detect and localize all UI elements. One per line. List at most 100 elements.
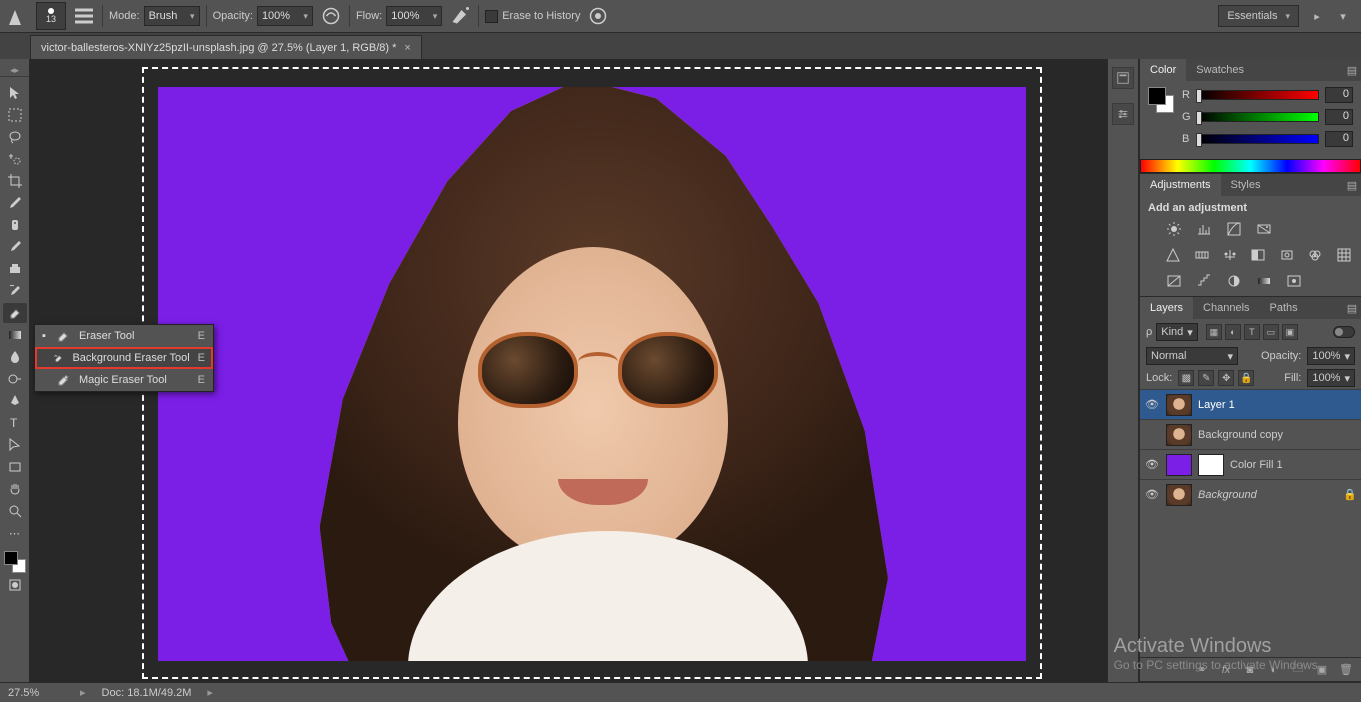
history-brush-tool[interactable] — [3, 281, 27, 301]
layer-row[interactable]: Background copy — [1140, 419, 1361, 449]
tool-preset-picker[interactable] — [6, 4, 30, 28]
brush-preset-picker[interactable]: 13 — [36, 2, 66, 30]
document-tab[interactable]: victor-ballesteros-XNIYz25pzII-unsplash.… — [30, 35, 422, 59]
color-spectrum[interactable] — [1140, 159, 1361, 173]
clone-stamp-tool[interactable] — [3, 259, 27, 279]
edit-toolbar[interactable]: ⋯ — [3, 523, 27, 543]
layer-style-icon[interactable]: fx — [1217, 662, 1235, 678]
slider-thumb[interactable] — [1196, 111, 1202, 125]
slider-thumb[interactable] — [1196, 89, 1202, 103]
lasso-tool[interactable] — [3, 127, 27, 147]
adj-invert-icon[interactable] — [1164, 272, 1184, 290]
doc-info-menu-icon[interactable]: ▸ — [207, 686, 213, 699]
adj-exposure-icon[interactable] — [1254, 220, 1274, 238]
hand-tool[interactable] — [3, 479, 27, 499]
eraser-tool[interactable] — [3, 303, 27, 323]
history-panel-icon[interactable] — [1112, 67, 1134, 89]
layer-name[interactable]: Color Fill 1 — [1230, 459, 1283, 471]
new-fill-adjustment-icon[interactable]: ◐ — [1265, 662, 1283, 678]
pressure-size-toggle[interactable] — [586, 4, 610, 28]
pressure-opacity-toggle[interactable] — [319, 4, 343, 28]
marquee-tool[interactable] — [3, 105, 27, 125]
filter-toggle[interactable] — [1333, 326, 1355, 338]
panel-menu-icon[interactable]: ▤ — [1343, 64, 1361, 77]
adj-posterize-icon[interactable] — [1194, 272, 1214, 290]
close-icon[interactable]: × — [404, 42, 410, 54]
healing-brush-tool[interactable] — [3, 215, 27, 235]
layer-thumbnail[interactable] — [1166, 394, 1192, 416]
adj-brightness-icon[interactable] — [1164, 220, 1184, 238]
mode-select[interactable]: Brush▾ — [144, 6, 200, 26]
add-mask-icon[interactable]: ◙ — [1241, 662, 1259, 678]
flow-input[interactable]: 100%▾ — [386, 6, 442, 26]
brush-tool[interactable] — [3, 237, 27, 257]
fill-input[interactable]: 100%▾ — [1307, 369, 1355, 387]
type-tool[interactable]: T — [3, 413, 27, 433]
adj-selective-color-icon[interactable] — [1284, 272, 1304, 290]
adj-vibrance-icon[interactable] — [1164, 246, 1182, 264]
tab-channels[interactable]: Channels — [1193, 297, 1259, 319]
lock-all-icon[interactable]: 🔒 — [1238, 370, 1254, 386]
flyout-background-eraser-tool[interactable]: Background Eraser Tool E — [35, 347, 213, 369]
slider-thumb[interactable] — [1196, 133, 1202, 147]
adj-photo-filter-icon[interactable] — [1278, 246, 1296, 264]
layer-thumbnail[interactable] — [1166, 484, 1192, 506]
adj-channel-mixer-icon[interactable] — [1306, 246, 1324, 264]
tab-adjustments[interactable]: Adjustments — [1140, 174, 1221, 196]
visibility-toggle[interactable]: 👁 — [1144, 488, 1160, 501]
erase-history-checkbox[interactable] — [485, 10, 498, 23]
lock-position-icon[interactable]: ✥ — [1218, 370, 1234, 386]
zoom-level[interactable]: 27.5% — [8, 687, 64, 699]
layer-name[interactable]: Background copy — [1198, 429, 1283, 441]
workspace-menu-1[interactable]: ▸ — [1305, 4, 1329, 28]
zoom-tool[interactable] — [3, 501, 27, 521]
g-slider[interactable] — [1198, 112, 1319, 122]
layer-name[interactable]: Layer 1 — [1198, 399, 1235, 411]
visibility-toggle[interactable]: 👁 — [1144, 458, 1160, 471]
workspace-menu-2[interactable]: ▾ — [1331, 4, 1355, 28]
adj-curves-icon[interactable] — [1224, 220, 1244, 238]
lock-pixels-icon[interactable]: ✎ — [1198, 370, 1214, 386]
filter-adjust-icon[interactable]: ◐ — [1225, 324, 1241, 340]
filter-smart-icon[interactable]: ▣ — [1282, 324, 1298, 340]
blend-mode-select[interactable]: Normal▾ — [1146, 347, 1238, 365]
tab-layers[interactable]: Layers — [1140, 297, 1193, 319]
layer-row[interactable]: 👁 Color Fill 1 — [1140, 449, 1361, 479]
layer-name[interactable]: Background — [1198, 489, 1257, 501]
tools-collapse[interactable]: ◂▸ — [0, 65, 29, 77]
zoom-stepper-icon[interactable]: ▸ — [80, 686, 86, 699]
adj-hue-icon[interactable] — [1192, 246, 1210, 264]
quick-select-tool[interactable] — [3, 149, 27, 169]
properties-panel-icon[interactable] — [1112, 103, 1134, 125]
move-tool[interactable] — [3, 83, 27, 103]
tab-paths[interactable]: Paths — [1260, 297, 1308, 319]
fg-color-chip[interactable] — [1148, 87, 1166, 105]
adj-gradient-map-icon[interactable] — [1254, 272, 1274, 290]
filter-pixel-icon[interactable]: ▦ — [1206, 324, 1222, 340]
r-slider[interactable] — [1198, 90, 1319, 100]
link-layers-icon[interactable]: ⚭ — [1193, 662, 1211, 678]
tab-color[interactable]: Color — [1140, 59, 1186, 81]
airbrush-toggle[interactable] — [448, 4, 472, 28]
panel-menu-icon[interactable]: ▤ — [1343, 179, 1361, 192]
color-fgbg-swatch[interactable] — [1148, 87, 1174, 113]
adj-threshold-icon[interactable] — [1224, 272, 1244, 290]
b-slider[interactable] — [1198, 134, 1319, 144]
flyout-magic-eraser-tool[interactable]: Magic Eraser Tool E — [35, 369, 213, 391]
new-layer-icon[interactable]: ▣ — [1313, 662, 1331, 678]
adj-bw-icon[interactable] — [1249, 246, 1267, 264]
r-value[interactable]: 0 — [1325, 87, 1353, 103]
quick-mask-toggle[interactable] — [3, 575, 27, 595]
tab-styles[interactable]: Styles — [1221, 174, 1271, 196]
tab-swatches[interactable]: Swatches — [1186, 59, 1254, 81]
panel-menu-icon[interactable]: ▤ — [1343, 302, 1361, 315]
g-value[interactable]: 0 — [1325, 109, 1353, 125]
foreground-color-swatch[interactable] — [4, 551, 18, 565]
adj-color-balance-icon[interactable] — [1221, 246, 1239, 264]
dodge-tool[interactable] — [3, 369, 27, 389]
adj-color-lookup-icon[interactable] — [1335, 246, 1353, 264]
layer-opacity-input[interactable]: 100%▾ — [1307, 347, 1355, 365]
brush-panel-toggle[interactable] — [72, 4, 96, 28]
foreground-background-colors[interactable] — [4, 551, 26, 573]
visibility-toggle[interactable]: 👁 — [1144, 398, 1160, 411]
